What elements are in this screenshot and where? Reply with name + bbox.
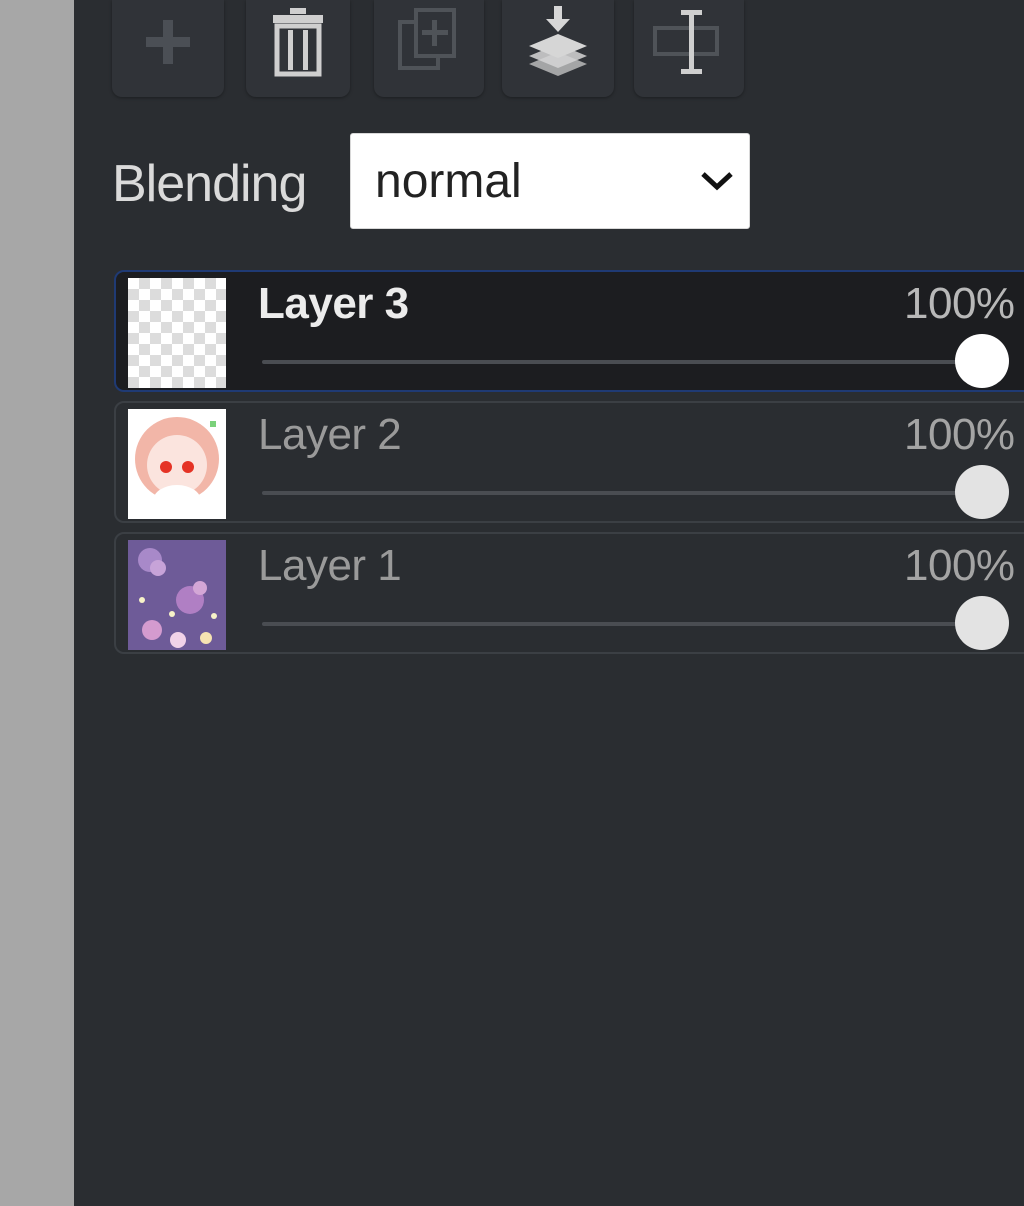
blending-select[interactable]: normal	[350, 133, 750, 229]
blending-selected-value: normal	[375, 155, 522, 208]
layer-opacity-value: 100%	[904, 541, 1015, 590]
layer-opacity-value: 100%	[904, 279, 1015, 328]
layer-row[interactable]: Layer 1 100%	[114, 532, 1024, 654]
merge-down-icon	[529, 6, 587, 76]
opacity-slider-track[interactable]	[262, 622, 982, 626]
layer-thumbnail	[128, 409, 226, 519]
merge-down-button[interactable]	[502, 0, 614, 97]
delete-layer-button[interactable]	[246, 0, 350, 97]
duplicate-icon	[398, 8, 456, 70]
layer-thumbnail	[128, 278, 226, 388]
opacity-slider-thumb[interactable]	[955, 334, 1009, 388]
layer-row[interactable]: Layer 3 100%	[114, 270, 1024, 392]
rename-layer-button[interactable]	[634, 0, 744, 97]
layer-name: Layer 3	[258, 279, 409, 328]
add-layer-button[interactable]	[112, 0, 224, 97]
rename-icon	[653, 10, 719, 74]
opacity-slider-thumb[interactable]	[955, 596, 1009, 650]
layers-panel: Blending normal Layer 3 100% Layer 2 100…	[74, 0, 1024, 1206]
layer-name: Layer 2	[258, 410, 402, 459]
layer-opacity-value: 100%	[904, 410, 1015, 459]
opacity-slider-track[interactable]	[262, 491, 982, 495]
layer-name: Layer 1	[258, 541, 402, 590]
opacity-slider-thumb[interactable]	[955, 465, 1009, 519]
blending-label: Blending	[112, 155, 307, 213]
opacity-slider-track[interactable]	[262, 360, 982, 364]
duplicate-layer-button[interactable]	[374, 0, 484, 97]
layer-thumbnail	[128, 540, 226, 650]
chevron-down-icon	[701, 172, 733, 191]
layer-row[interactable]: Layer 2 100%	[114, 401, 1024, 523]
layer-toolbar	[112, 0, 1012, 100]
plus-icon	[146, 20, 190, 64]
trash-icon	[273, 8, 323, 77]
